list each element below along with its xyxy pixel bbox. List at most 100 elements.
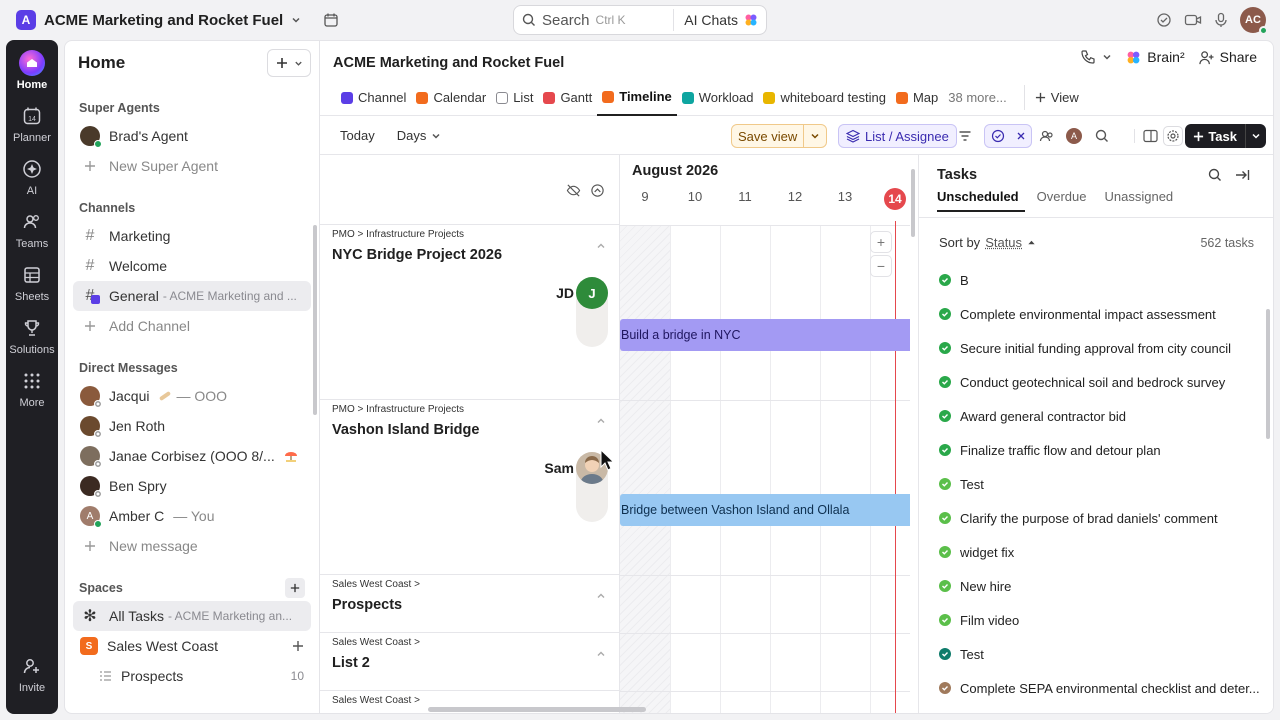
task-list-item[interactable]: New hire [939,569,1259,603]
tasks-panel-scrollbar[interactable] [1266,309,1270,439]
task-bar[interactable]: Build a bridge in NYC [620,319,910,351]
collapse-all-icon[interactable] [590,183,605,198]
dm-item-janae-corbisez[interactable]: Janae Corbisez (OOO 8/... [73,441,311,471]
task-bar[interactable]: Bridge between Vashon Island and Ollala [620,494,910,526]
status-check-icon[interactable] [939,478,951,490]
share-button[interactable]: Share [1198,49,1257,65]
tab-unscheduled[interactable]: Unscheduled [937,189,1025,212]
task-list-item[interactable]: Test [939,467,1259,501]
plus-icon[interactable] [292,640,304,652]
tab-channel[interactable]: Channel [336,85,411,110]
tab-overdue[interactable]: Overdue [1037,189,1093,212]
create-button[interactable] [267,49,311,77]
sidebar-scrollbar[interactable] [313,225,317,415]
tab-whiteboard-testing[interactable]: whiteboard testing [758,85,891,110]
add-task-chevron-icon[interactable] [1245,124,1266,148]
zoom-out-button[interactable]: − [870,255,892,277]
rail-invite[interactable]: Invite [6,653,58,694]
me-avatar-filter[interactable]: A [1066,128,1082,144]
sidebar-item-brads-agent[interactable]: Brad's Agent [73,121,311,151]
rail-ai[interactable]: AI [6,156,58,197]
collapse-panel-icon[interactable] [1235,168,1250,182]
task-list-item[interactable]: widget fix [939,535,1259,569]
chevron-up-icon[interactable] [596,241,606,254]
filter-icon[interactable] [958,129,972,143]
chevron-up-icon[interactable] [596,591,606,604]
tab-list[interactable]: List [491,85,538,110]
status-check-icon[interactable] [939,376,951,388]
rail-planner[interactable]: 14 Planner [6,103,58,144]
sidebar-item-add-channel[interactable]: Add Channel [73,311,311,341]
group-by-button[interactable]: List / Assignee [838,124,957,148]
calendar-icon[interactable] [323,12,339,28]
status-check-icon[interactable] [939,444,951,456]
rail-home[interactable]: Home [6,50,58,91]
tab-map[interactable]: Map [891,85,943,110]
days-dropdown[interactable]: Days [397,128,442,143]
task-list-item[interactable]: Secure initial funding approval from cit… [939,331,1259,365]
sidebar-item-welcome[interactable]: # Welcome [73,251,311,281]
save-view-button[interactable]: Save view [731,124,828,148]
hide-icon[interactable] [566,183,581,198]
rail-teams[interactable]: Teams [6,209,58,250]
task-list-item[interactable]: Test [939,637,1259,671]
search-bar[interactable]: Search Ctrl K AI Chats [513,5,767,35]
task-list-item[interactable]: Conduct geotechnical soil and bedrock su… [939,365,1259,399]
search-icon[interactable] [1095,129,1109,143]
sidebar-item-new-super-agent[interactable]: New Super Agent [73,151,311,181]
task-list-item[interactable]: B [939,263,1259,297]
chevron-up-icon[interactable] [596,416,606,429]
status-check-icon[interactable] [939,274,951,286]
dm-item-ben-spry[interactable]: Ben Spry [73,471,311,501]
search-icon[interactable] [1208,168,1222,182]
settings-icon[interactable] [1163,126,1183,146]
zoom-in-button[interactable]: + [870,231,892,253]
sidebar-item-general[interactable]: # General - ACME Marketing and ... [73,281,311,311]
closed-filter-pill[interactable] [984,124,1032,148]
workspace-switcher[interactable]: A ACME Marketing and Rocket Fuel [12,6,305,34]
layout-panel-icon[interactable] [1134,129,1158,143]
add-view-button[interactable]: View [1023,85,1084,110]
phone-icon[interactable] [1080,49,1112,65]
task-list-item[interactable]: Award general contractor bid [939,399,1259,433]
tab-gantt[interactable]: Gantt [538,85,597,110]
microphone-icon[interactable] [1214,12,1228,28]
sidebar-item-all-tasks[interactable]: ✻ All Tasks - ACME Marketing an... [73,601,311,631]
tab-workload[interactable]: Workload [677,85,759,110]
avatar[interactable]: J [576,277,608,309]
task-list-item[interactable]: Film video [939,603,1259,637]
tab-calendar[interactable]: Calendar [411,85,491,110]
save-view-chevron-icon[interactable] [803,125,826,147]
user-avatar[interactable]: AC [1240,7,1268,35]
task-list-item[interactable]: Complete environmental impact assessment [939,297,1259,331]
sidebar-item-sales-west-coast[interactable]: S Sales West Coast [73,631,311,661]
chevron-up-icon[interactable] [596,649,606,662]
brain-button[interactable]: Brain² [1126,49,1185,65]
sidebar-item-prospects[interactable]: Prospects 10 [73,661,311,691]
timeline-vertical-scrollbar[interactable] [911,169,915,237]
status-check-icon[interactable] [939,342,951,354]
check-circle-icon[interactable] [1156,12,1172,28]
sidebar-item-marketing[interactable]: # Marketing [73,221,311,251]
status-check-icon[interactable] [939,614,951,626]
dm-item-jacqui[interactable]: Jacqui — OOO [73,381,311,411]
task-list-item[interactable]: Finalize traffic flow and detour plan [939,433,1259,467]
add-space-button[interactable] [285,578,305,598]
task-list-item[interactable]: Clarify the purpose of brad daniels' com… [939,501,1259,535]
status-check-icon[interactable] [939,682,951,694]
timeline-horizontal-scrollbar[interactable] [428,707,646,712]
ai-chats-button[interactable]: AI Chats [673,9,758,31]
rail-more[interactable]: More [6,368,58,409]
task-list-item[interactable]: Complete SEPA environmental checklist an… [939,671,1259,705]
video-icon[interactable] [1184,12,1202,28]
status-check-icon[interactable] [939,512,951,524]
tab-unassigned[interactable]: Unassigned [1105,189,1180,212]
dm-item-amber-c[interactable]: A Amber C — You [73,501,311,531]
dm-item-jen-roth[interactable]: Jen Roth [73,411,311,441]
status-check-icon[interactable] [939,308,951,320]
add-task-button[interactable]: Task [1185,124,1266,148]
sort-control[interactable]: Sort by Status [939,235,1036,250]
rail-sheets[interactable]: Sheets [6,262,58,303]
today-button[interactable]: Today [340,128,375,143]
status-check-icon[interactable] [939,410,951,422]
